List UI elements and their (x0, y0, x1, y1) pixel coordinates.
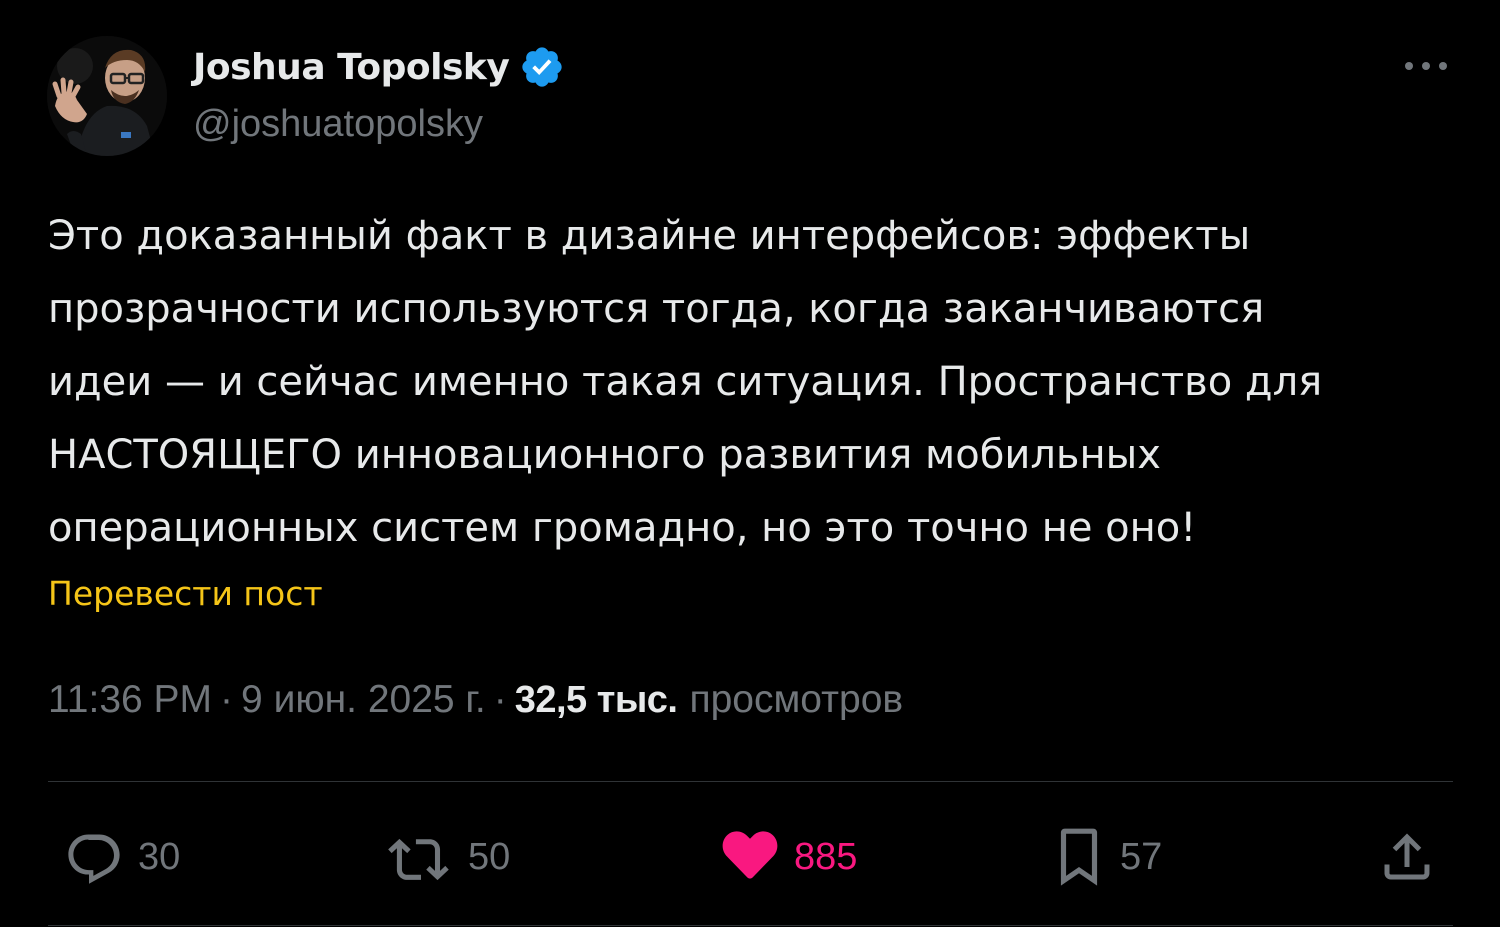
repost-count: 50 (468, 835, 511, 878)
share-button[interactable] (1376, 822, 1438, 892)
share-upload-icon (1376, 827, 1438, 887)
author-name-row: Joshua Topolsky (193, 42, 565, 92)
views-count[interactable]: 32,5 тыс. (515, 679, 678, 722)
bottom-divider (48, 925, 1453, 926)
repost-arrows-icon (388, 829, 454, 885)
more-button[interactable] (1396, 46, 1456, 86)
reply-count: 30 (138, 835, 181, 878)
tweet-text-line: прозрачности используются тогда, когда з… (48, 286, 1265, 332)
reply-bubble-icon (64, 829, 124, 885)
views-label: просмотров (689, 678, 904, 721)
reply-button[interactable]: 30 (64, 822, 180, 892)
tweet-text-line: операционных систем громадно, но это точ… (48, 505, 1197, 551)
avatar-image (47, 36, 167, 156)
tweet-text-line: НАСТОЯЩЕГО инновационного развития мобил… (48, 432, 1161, 478)
bookmark-count: 57 (1120, 835, 1163, 878)
tweet-meta: 11:36 PM · 9 июн. 2025 г. · 32,5 тыс. пр… (48, 678, 903, 722)
bookmark-button[interactable]: 57 (1052, 822, 1162, 892)
tweet-text-line: Это доказанный факт в дизайне интерфейсо… (48, 213, 1251, 259)
heart-filled-icon (720, 829, 780, 885)
avatar[interactable] (47, 36, 167, 156)
tweet-text-line: идеи — и сейчас именно такая ситуация. П… (48, 359, 1323, 405)
like-count: 885 (794, 835, 858, 878)
tweet-time[interactable]: 11:36 PM (48, 678, 212, 722)
repost-button[interactable]: 50 (388, 822, 510, 892)
translate-post-link[interactable]: Перевести пост (48, 574, 323, 613)
author-name[interactable]: Joshua Topolsky (193, 47, 510, 88)
verified-badge-icon (519, 44, 565, 90)
author-handle[interactable]: @joshuatopolsky (193, 103, 483, 146)
like-button[interactable]: 885 (720, 822, 857, 892)
meta-separator: · (493, 678, 507, 721)
divider (48, 781, 1453, 782)
meta-separator: · (220, 678, 234, 721)
tweet-date[interactable]: 9 июн. 2025 г. (241, 678, 486, 722)
tweet-text: Это доказанный факт в дизайне интерфейсо… (48, 200, 1468, 565)
bookmark-icon (1052, 826, 1106, 888)
tweet-card: Joshua Topolsky @joshuatopolsky Это дока… (0, 0, 1500, 927)
more-dots-icon (1405, 62, 1447, 70)
